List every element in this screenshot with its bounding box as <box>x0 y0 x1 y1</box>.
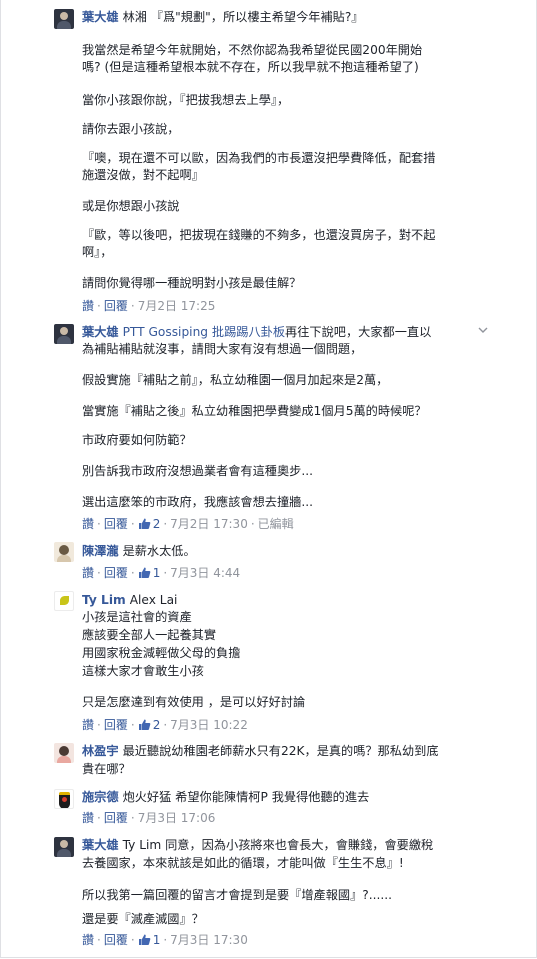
comment-text: 這樣大家才會敢生小孩 <box>82 664 204 678</box>
reply-button[interactable]: 回覆 <box>104 811 128 825</box>
comment-actions: 讚 · 回覆 · 7月3日 17:06 <box>82 811 216 825</box>
comment-actions: 讚 · 回覆 · 1 · 7月3日 4:44 <box>82 566 241 580</box>
comment-text: 或是你想跟小孩說 <box>82 199 180 213</box>
thumbs-up-icon <box>138 566 151 579</box>
like-button[interactable]: 讚 <box>82 811 94 825</box>
like-button[interactable]: 讚 <box>82 517 94 531</box>
timestamp[interactable]: 7月2日 17:30 <box>170 517 248 531</box>
avatar[interactable] <box>54 542 74 562</box>
comment-text: 施還沒做，對不起啊』 <box>82 168 204 182</box>
comment-author[interactable]: 陳澤瀧 <box>82 544 119 558</box>
comment-text: 請你去跟小孩說， <box>82 122 180 136</box>
thumbs-up-icon <box>138 933 151 946</box>
comment-text: 所以我第一篇回覆的留言才會提到是要『增產報國』?...... <box>82 888 393 902</box>
comment-text: 小孩是這社會的資產 <box>82 610 192 624</box>
timestamp[interactable]: 7月3日 17:06 <box>138 811 216 825</box>
comment-text: 用國家稅金減輕做父母的負擔 <box>82 646 241 660</box>
comment-text: 啊』， <box>82 245 113 259</box>
comment-author[interactable]: 葉大雄 <box>82 10 119 24</box>
thumbs-up-icon <box>138 718 151 731</box>
like-count[interactable]: 1 <box>153 566 161 580</box>
comment-actions: 讚 · 回覆 · 1 · 7月3日 17:30 <box>82 933 248 947</box>
comment-actions: 讚 · 回覆 · 2 · 7月2日 17:30 · 已編輯 <box>82 517 294 531</box>
edited-label[interactable]: 已編輯 <box>258 517 294 531</box>
thumbs-up-icon <box>138 517 151 530</box>
comment-text: 只是怎麼達到有效使用 ，是可以好好討論 <box>82 695 306 709</box>
mention-link[interactable]: PTT Gossiping 批踢踢八卦板 <box>123 325 285 339</box>
avatar[interactable] <box>54 9 74 29</box>
comment-author[interactable]: 葉大雄 <box>82 325 119 339</box>
reply-button[interactable]: 回覆 <box>104 933 128 947</box>
comment-text: 貴在哪？ <box>82 762 131 776</box>
like-count[interactable]: 2 <box>153 517 161 531</box>
like-count[interactable]: 1 <box>153 933 161 947</box>
comment-text: 林湘 『爲"規劃"，所以樓主希望今年補貼?』 <box>122 10 364 24</box>
comment-text: 當你小孩跟你說，『把拔我想去上學』， <box>82 93 290 107</box>
timestamp[interactable]: 7月3日 4:44 <box>170 566 240 580</box>
reply-button[interactable]: 回覆 <box>104 566 128 580</box>
comment-text: 為補貼補貼就沒事，請問大家有沒有想過一個問題， <box>82 342 363 356</box>
comment-author[interactable]: 施宗德 <box>82 790 119 804</box>
comment-text: 請問你覺得哪一種說明對小孩是最佳解？ <box>82 276 302 290</box>
comment-text: 『歐，等以後吧，把拔現在錢賺的不夠多，也還沒買房子，對不起 <box>82 228 436 242</box>
avatar[interactable] <box>54 837 74 857</box>
comment-author[interactable]: Ty Lim <box>82 593 126 607</box>
comment-text: 再往下說吧，大家都一直以 <box>285 325 432 339</box>
reply-button[interactable]: 回覆 <box>104 517 128 531</box>
comment-text: Ty Lim 同意，因為小孩將來也會長大，會賺錢，會要繳稅 <box>122 838 434 852</box>
like-button[interactable]: 讚 <box>82 299 94 313</box>
comment-text: 『噢，現在還不可以歐，因為我們的市長還沒把學費降低，配套措 <box>82 151 436 165</box>
comment-text: 市政府要如何防範？ <box>82 433 192 447</box>
comment-text: 假設實施『補貼之前』，私立幼稚園一個月加起來是2萬， <box>82 373 389 387</box>
comment-text: 嗎? (但是這種希望根本就不存在，所以我早就不抱這種希望了) <box>82 60 419 74</box>
like-button[interactable]: 讚 <box>82 718 94 732</box>
reply-button[interactable]: 回覆 <box>104 718 128 732</box>
comment-actions: 讚 · 回覆 · 2 · 7月3日 10:22 <box>82 718 248 732</box>
comment-text: 當實施『補貼之後』私立幼稚園把學費變成1個月5萬的時候呢？ <box>82 404 427 418</box>
comment-text: 最近聽說幼稚園老師薪水只有22K，是真的嗎？那私幼到底 <box>122 744 439 758</box>
comment-text: 我當然是希望今年就開始，不然你認為我希望從民國200年開始 <box>82 43 423 57</box>
comment-actions: 讚 · 回覆 · 7月2日 17:25 <box>82 299 216 313</box>
comment-text: 選出這麼笨的市政府，我應該會想去撞牆... <box>82 495 313 509</box>
timestamp[interactable]: 7月3日 10:22 <box>170 718 248 732</box>
comment-text: 是薪水太低。 <box>122 544 196 558</box>
avatar[interactable] <box>54 324 74 344</box>
comment-text: 去養國家，本來就該是如此的循環，才能叫做『生生不息』! <box>82 856 404 870</box>
like-count[interactable]: 2 <box>153 718 161 732</box>
comment-text: 炮火好猛 希望你能陳情柯P 我覺得他聽的進去 <box>122 790 370 804</box>
avatar[interactable] <box>54 789 74 809</box>
chevron-down-icon[interactable] <box>478 326 488 336</box>
comment-author[interactable]: 林盈宇 <box>82 744 119 758</box>
comment-text: 別告訴我市政府沒想過業者會有這種奧步... <box>82 464 313 478</box>
like-button[interactable]: 讚 <box>82 566 94 580</box>
timestamp[interactable]: 7月3日 17:30 <box>170 933 248 947</box>
avatar[interactable] <box>54 591 74 611</box>
comment-text: 應該要全部人一起養其實 <box>82 628 217 642</box>
reply-button[interactable]: 回覆 <box>104 299 128 313</box>
mention-link[interactable]: Alex Lai <box>130 593 178 607</box>
comment-author[interactable]: 葉大雄 <box>82 838 119 852</box>
like-button[interactable]: 讚 <box>82 933 94 947</box>
avatar[interactable] <box>54 743 74 763</box>
timestamp[interactable]: 7月2日 17:25 <box>138 299 216 313</box>
comment-text: 還是要『滅產滅國』？ <box>82 912 204 926</box>
